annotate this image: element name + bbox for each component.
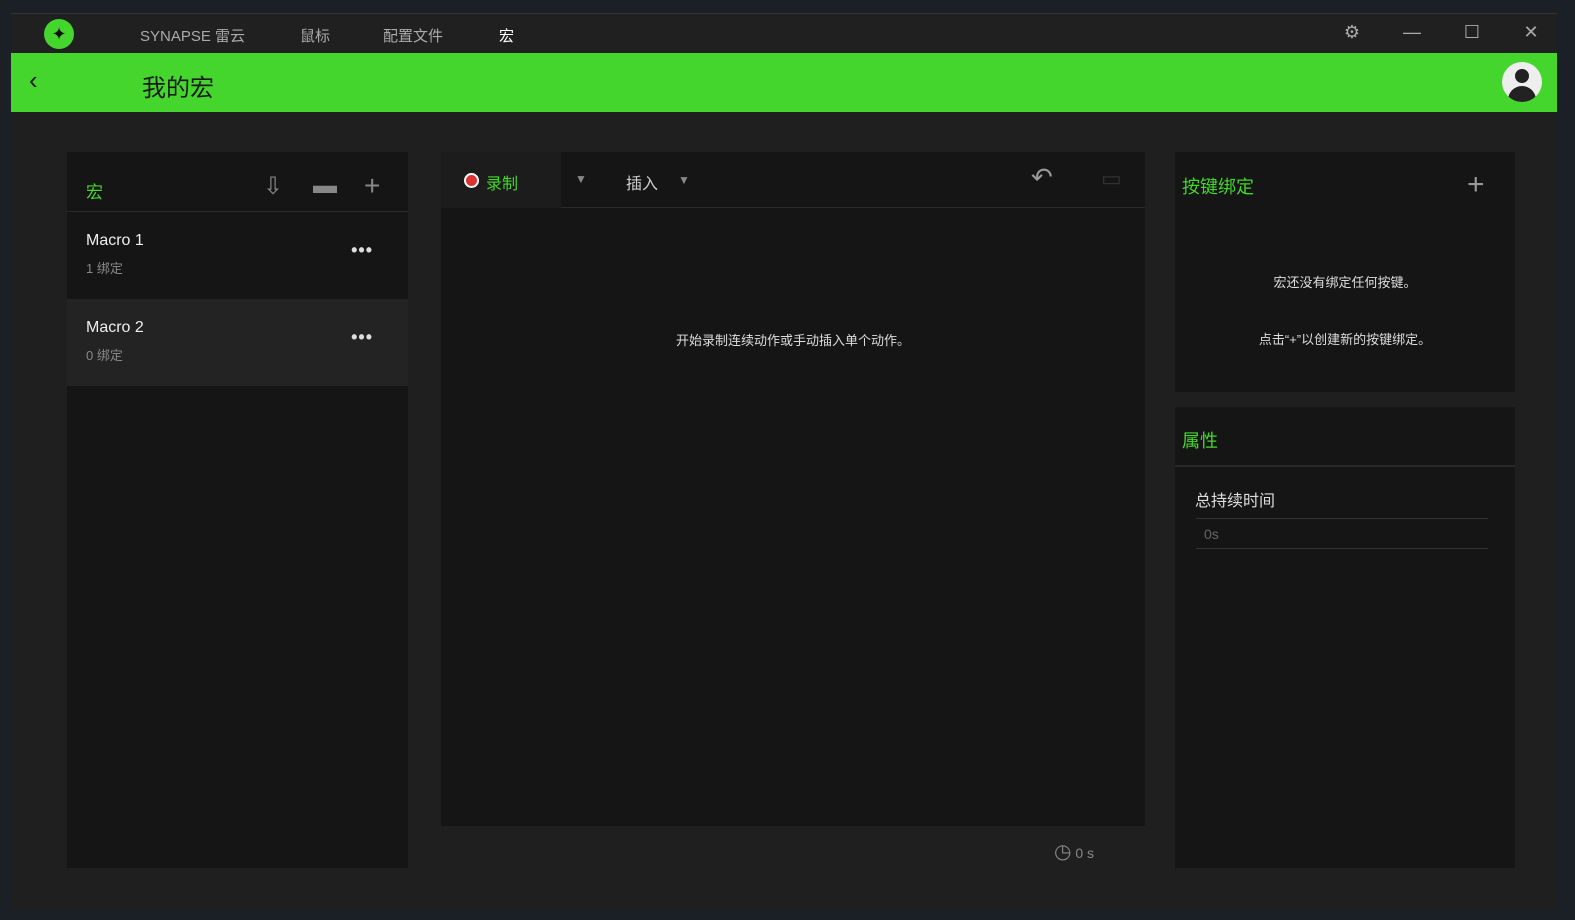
more-options-icon[interactable]: •••: [351, 327, 373, 348]
record-dropdown-icon[interactable]: ▼: [575, 172, 587, 186]
folder-icon[interactable]: ▬: [313, 172, 337, 200]
app-window: ✦ SYNAPSE 雷云 鼠标 配置文件 宏 ⚙ — ☐ ✕ ‹ 我的宏 宏 ⇩…: [11, 13, 1557, 908]
avatar[interactable]: [1502, 62, 1542, 102]
nav-mouse[interactable]: 鼠标: [300, 25, 330, 46]
macro-list-header: 宏 ⇩ ▬ +: [67, 152, 408, 212]
more-options-icon[interactable]: •••: [351, 240, 373, 261]
properties-panel: 属性 总持续时间 0s: [1175, 407, 1515, 868]
add-binding-hint: 点击“+”以创建新的按键绑定。: [1258, 332, 1432, 347]
back-chevron-icon[interactable]: ‹: [29, 65, 38, 96]
minimize-icon[interactable]: —: [1400, 22, 1424, 43]
properties-title: 属性: [1182, 431, 1218, 451]
add-binding-icon[interactable]: +: [1467, 168, 1485, 202]
import-icon[interactable]: ⇩: [263, 172, 283, 201]
duration-readout: ◷ 0 s: [1054, 839, 1094, 864]
insert-button[interactable]: 插入: [626, 170, 658, 194]
key-bindings-header: 按键绑定 +: [1175, 152, 1515, 212]
macro-item-selected[interactable]: Macro 2 0 绑定 •••: [67, 299, 408, 386]
macro-item[interactable]: Macro 1 1 绑定 •••: [67, 212, 408, 299]
delete-icon[interactable]: ▭: [1101, 166, 1122, 192]
clock-icon: ◷: [1054, 841, 1072, 863]
page-title: 我的宏: [142, 75, 214, 102]
close-icon[interactable]: ✕: [1519, 22, 1543, 43]
nav-profiles[interactable]: 配置文件: [383, 25, 443, 46]
settings-gear-icon[interactable]: ⚙: [1340, 22, 1364, 43]
record-dot-icon: [464, 173, 479, 188]
macro-name: Macro 1: [86, 232, 144, 249]
no-bindings-text: 宏还没有绑定任何按键。: [1273, 275, 1417, 290]
record-label: 录制: [486, 176, 519, 193]
header-bar: ‹ 我的宏: [11, 53, 1557, 112]
maximize-icon[interactable]: ☐: [1460, 22, 1484, 43]
insert-dropdown-icon[interactable]: ▼: [678, 173, 690, 187]
total-duration-label: 总持续时间: [1195, 493, 1276, 510]
nav-synapse[interactable]: SYNAPSE 雷云: [140, 25, 245, 46]
macro-bindings: 1 绑定: [86, 261, 123, 276]
key-bindings-title: 按键绑定: [1182, 177, 1254, 197]
key-bindings-panel: 按键绑定 + 宏还没有绑定任何按键。 点击“+”以创建新的按键绑定。: [1175, 152, 1515, 392]
macro-list-panel: 宏 ⇩ ▬ + Macro 1 1 绑定 ••• Macro 2 0 绑定 ••…: [67, 152, 408, 868]
add-macro-icon[interactable]: +: [364, 170, 380, 202]
macro-list-title: 宏: [86, 183, 103, 202]
duration-value: 0 s: [1075, 845, 1095, 861]
total-duration-field[interactable]: 0s: [1196, 518, 1488, 549]
editor-toolbar: 录制 ▼ 插入 ▼ ↶ ▭: [441, 152, 1145, 208]
macro-bindings: 0 绑定: [86, 348, 123, 363]
macro-name: Macro 2: [86, 319, 144, 336]
nav-macro[interactable]: 宏: [499, 25, 514, 46]
title-bar: ✦ SYNAPSE 雷云 鼠标 配置文件 宏 ⚙ — ☐ ✕: [11, 13, 1557, 53]
macro-editor-panel: 录制 ▼ 插入 ▼ ↶ ▭ 开始录制连续动作或手动插入单个动作。: [441, 152, 1145, 826]
empty-state-text: 开始录制连续动作或手动插入单个动作。: [675, 333, 910, 348]
undo-icon[interactable]: ↶: [1031, 162, 1053, 193]
razer-logo-icon[interactable]: ✦: [44, 19, 74, 49]
record-button[interactable]: 录制: [441, 152, 561, 208]
properties-header: 属性: [1175, 407, 1515, 467]
